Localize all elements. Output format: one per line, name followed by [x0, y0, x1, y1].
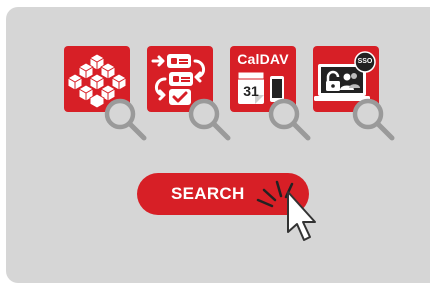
magnifier-icon	[268, 98, 311, 141]
magnifier-icon	[352, 98, 395, 141]
mouse-cursor-icon	[287, 191, 316, 241]
magnifier-icon	[104, 98, 147, 141]
calendar-day: 31	[243, 83, 259, 99]
sso-badge-label: SSO	[357, 58, 373, 65]
magnifier-icon	[188, 98, 231, 141]
search-button-label: SEARCH	[171, 184, 245, 203]
